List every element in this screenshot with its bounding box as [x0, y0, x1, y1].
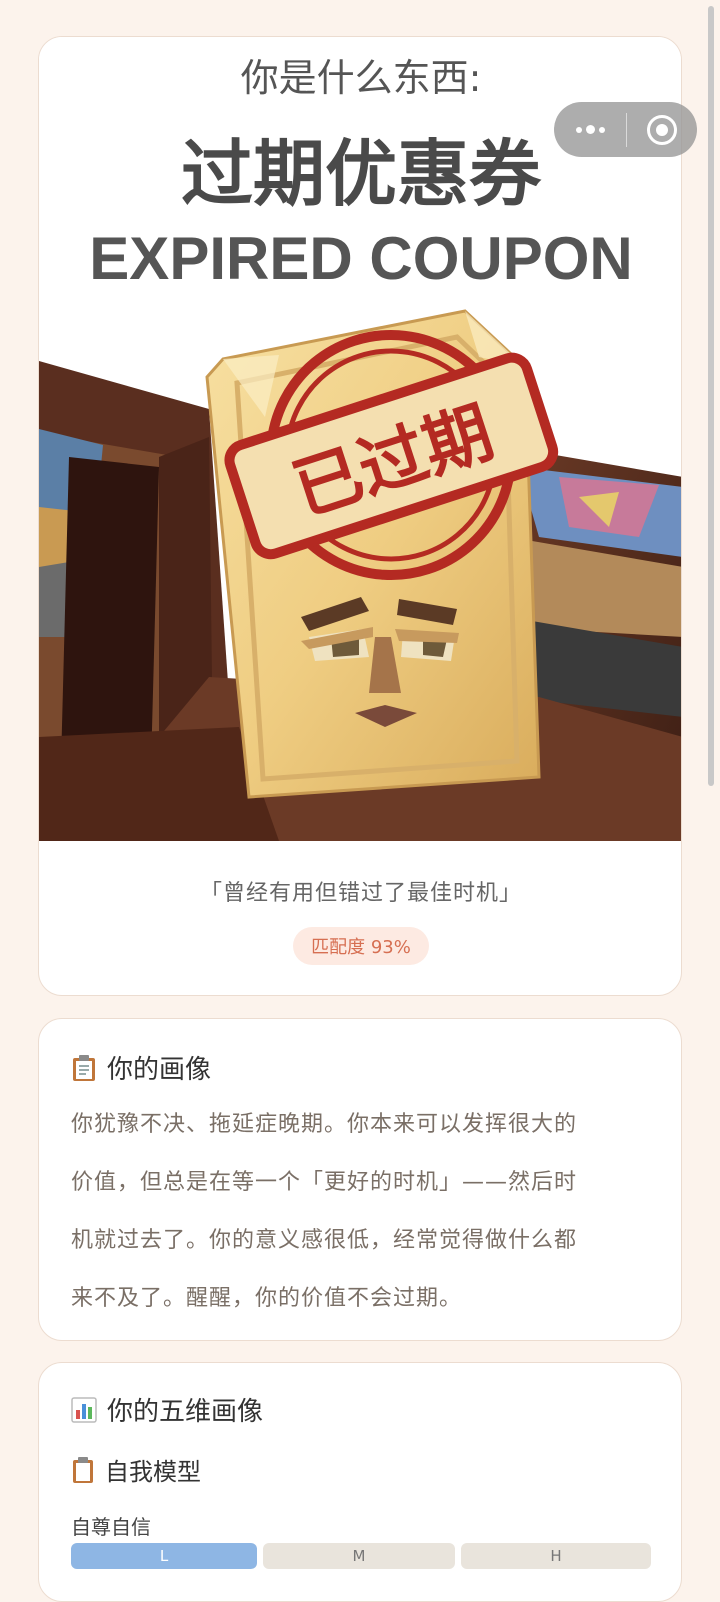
portrait-line: 来不及了。醒醒，你的价值不会过期。 — [71, 1286, 463, 1311]
more-dot-icon — [598, 126, 605, 133]
level-high: H — [461, 1543, 651, 1569]
hero-kicker: 你是什么东西: — [241, 56, 482, 100]
result-quote: 「曾经有用但错过了最佳时机」 — [199, 881, 522, 906]
portrait-line: 你犹豫不决、拖延症晚期。你本来可以发挥很大的 — [71, 1112, 578, 1137]
more-dot-icon — [585, 125, 595, 134]
result-card: 你是什么东西: 过期优惠券 EXPIRED COUPON 已过期 「曾经有用但错… — [38, 36, 682, 996]
five-dimension-title: 你的五维画像 — [107, 1397, 264, 1427]
dimension-label: 自尊自信 — [71, 1515, 151, 1539]
hero-title-en: EXPIRED COUPON — [89, 225, 632, 292]
more-options-button[interactable] — [554, 102, 626, 157]
level-low: L — [71, 1543, 257, 1569]
portrait-header: 你的画像 — [71, 1049, 649, 1086]
portrait-title: 你的画像 — [107, 1055, 212, 1085]
five-dimension-card: 你的五维画像 自我模型 自尊自信 L M H — [38, 1362, 682, 1602]
clipboard-icon — [73, 1456, 93, 1483]
hero-title-cn: 过期优惠券 — [181, 132, 542, 216]
portrait-card: 你的画像 你犹豫不决、拖延症晚期。你本来可以发挥很大的 价值，但总是在等一个「更… — [38, 1018, 682, 1341]
more-dot-icon — [575, 126, 582, 133]
portrait-line: 价值，但总是在等一个「更好的时机」——然后时 — [71, 1170, 578, 1195]
close-mini-program-button[interactable] — [627, 102, 697, 157]
target-icon — [647, 114, 677, 145]
scrollbar[interactable] — [708, 6, 714, 786]
portrait-line: 机就过去了。你的意义感很低，经常觉得做什么都 — [71, 1228, 578, 1253]
five-dimension-header: 你的五维画像 — [71, 1391, 649, 1428]
result-illustration: 你是什么东西: 过期优惠券 EXPIRED COUPON 已过期 — [39, 37, 681, 841]
self-model-title: 自我模型 — [105, 1458, 201, 1486]
mini-program-capsule — [554, 102, 697, 157]
level-medium: M — [263, 1543, 455, 1569]
portrait-description: 你犹豫不决、拖延症晚期。你本来可以发挥很大的 价值，但总是在等一个「更好的时机」… — [71, 1096, 649, 1328]
self-model-header: 自我模型 — [71, 1452, 649, 1487]
match-badge: 匹配度 93% — [293, 927, 429, 965]
level-bar: L M H — [71, 1543, 651, 1569]
clipboard-icon — [73, 1054, 95, 1081]
bar-chart-icon — [71, 1396, 97, 1423]
